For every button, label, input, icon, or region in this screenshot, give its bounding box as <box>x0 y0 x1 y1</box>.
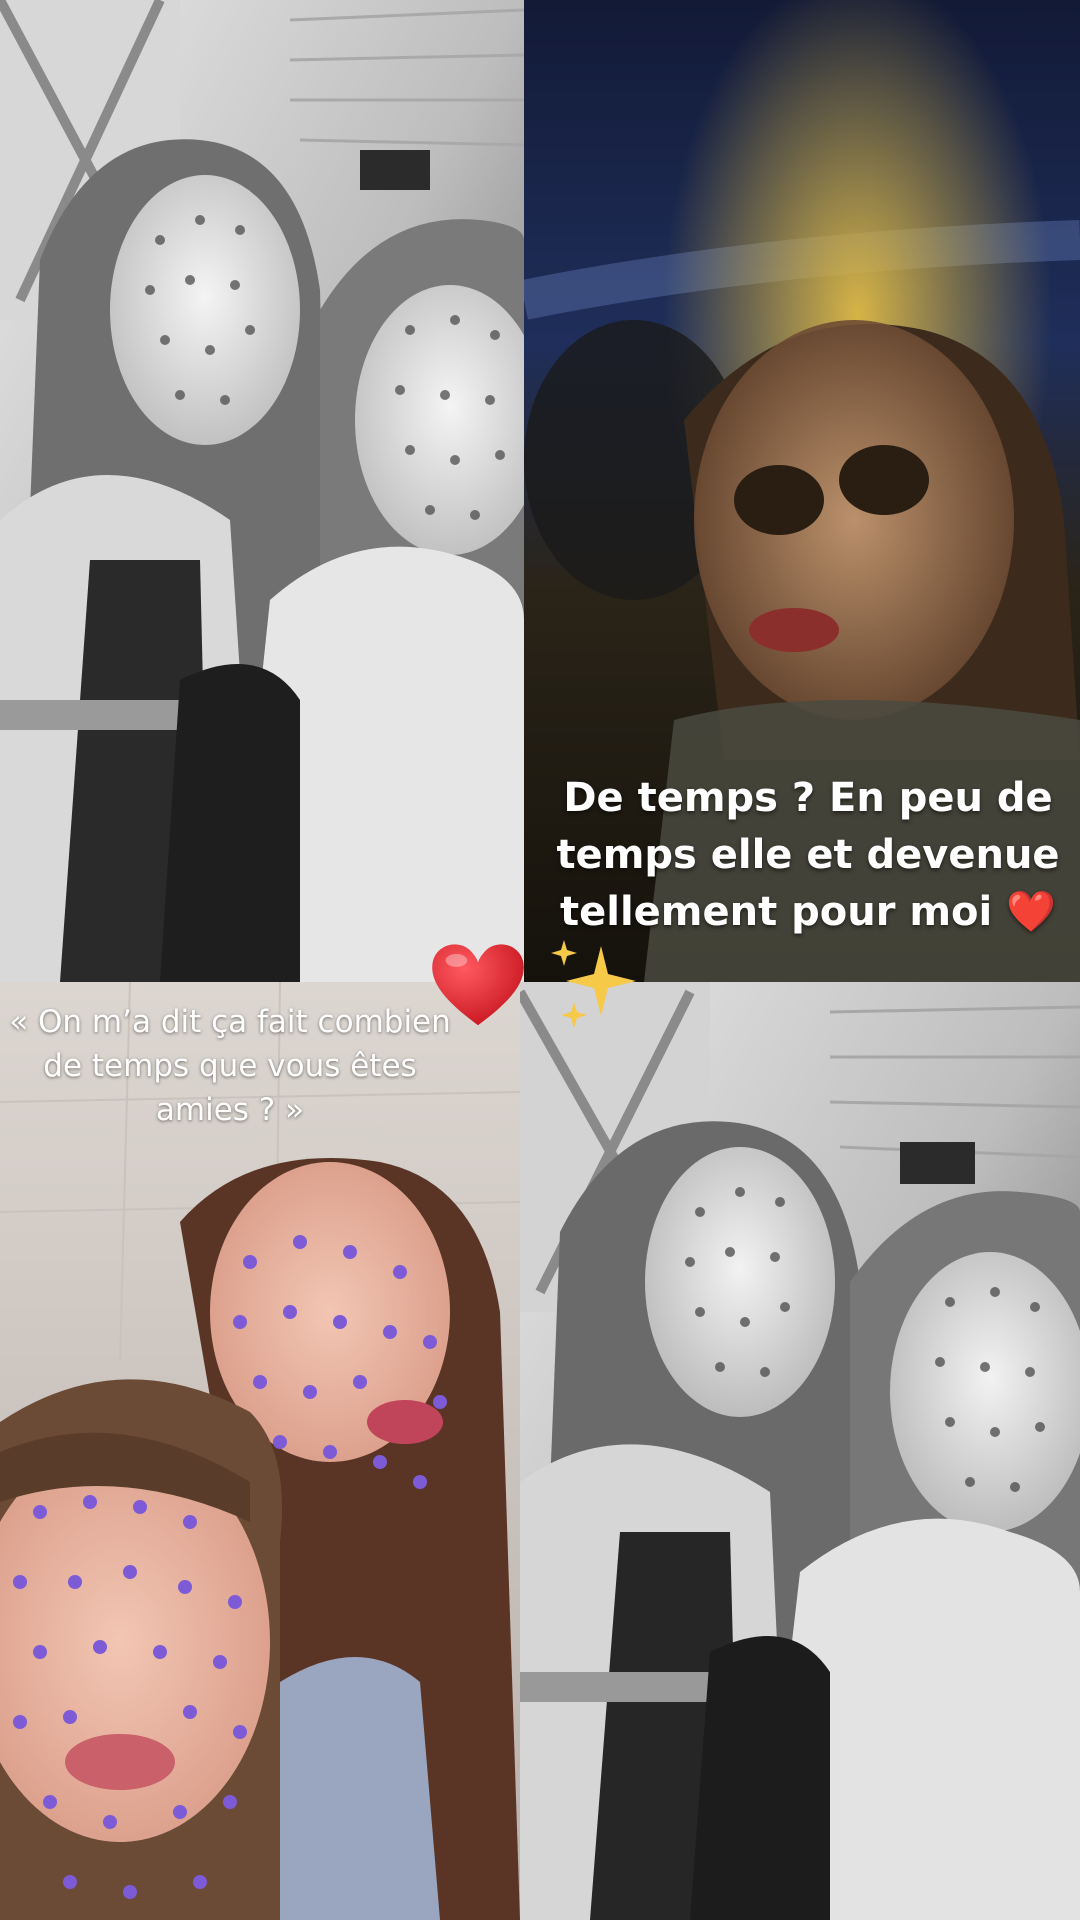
photo-collage: De temps ? En peu de temps elle et deven… <box>0 0 1080 1920</box>
photo-bw-selfie-bottom <box>520 982 1080 1920</box>
photo-bw-selfie-bottom-image <box>520 982 1080 1920</box>
photo-bw-selfie-top-image <box>0 0 524 982</box>
caption-night-words: De temps ? En peu de temps elle et deven… <box>556 775 1060 935</box>
heart-emoji-icon: ❤️ <box>1006 889 1056 935</box>
sparkles-icon <box>546 936 656 1036</box>
photo-bw-selfie-top <box>0 0 524 982</box>
heart-sticker-icon <box>424 928 532 1036</box>
caption-night-text: De temps ? En peu de temps elle et deven… <box>536 770 1080 941</box>
caption-quote-text: « On m’a dit ça fait combien de temps qu… <box>9 1004 451 1128</box>
